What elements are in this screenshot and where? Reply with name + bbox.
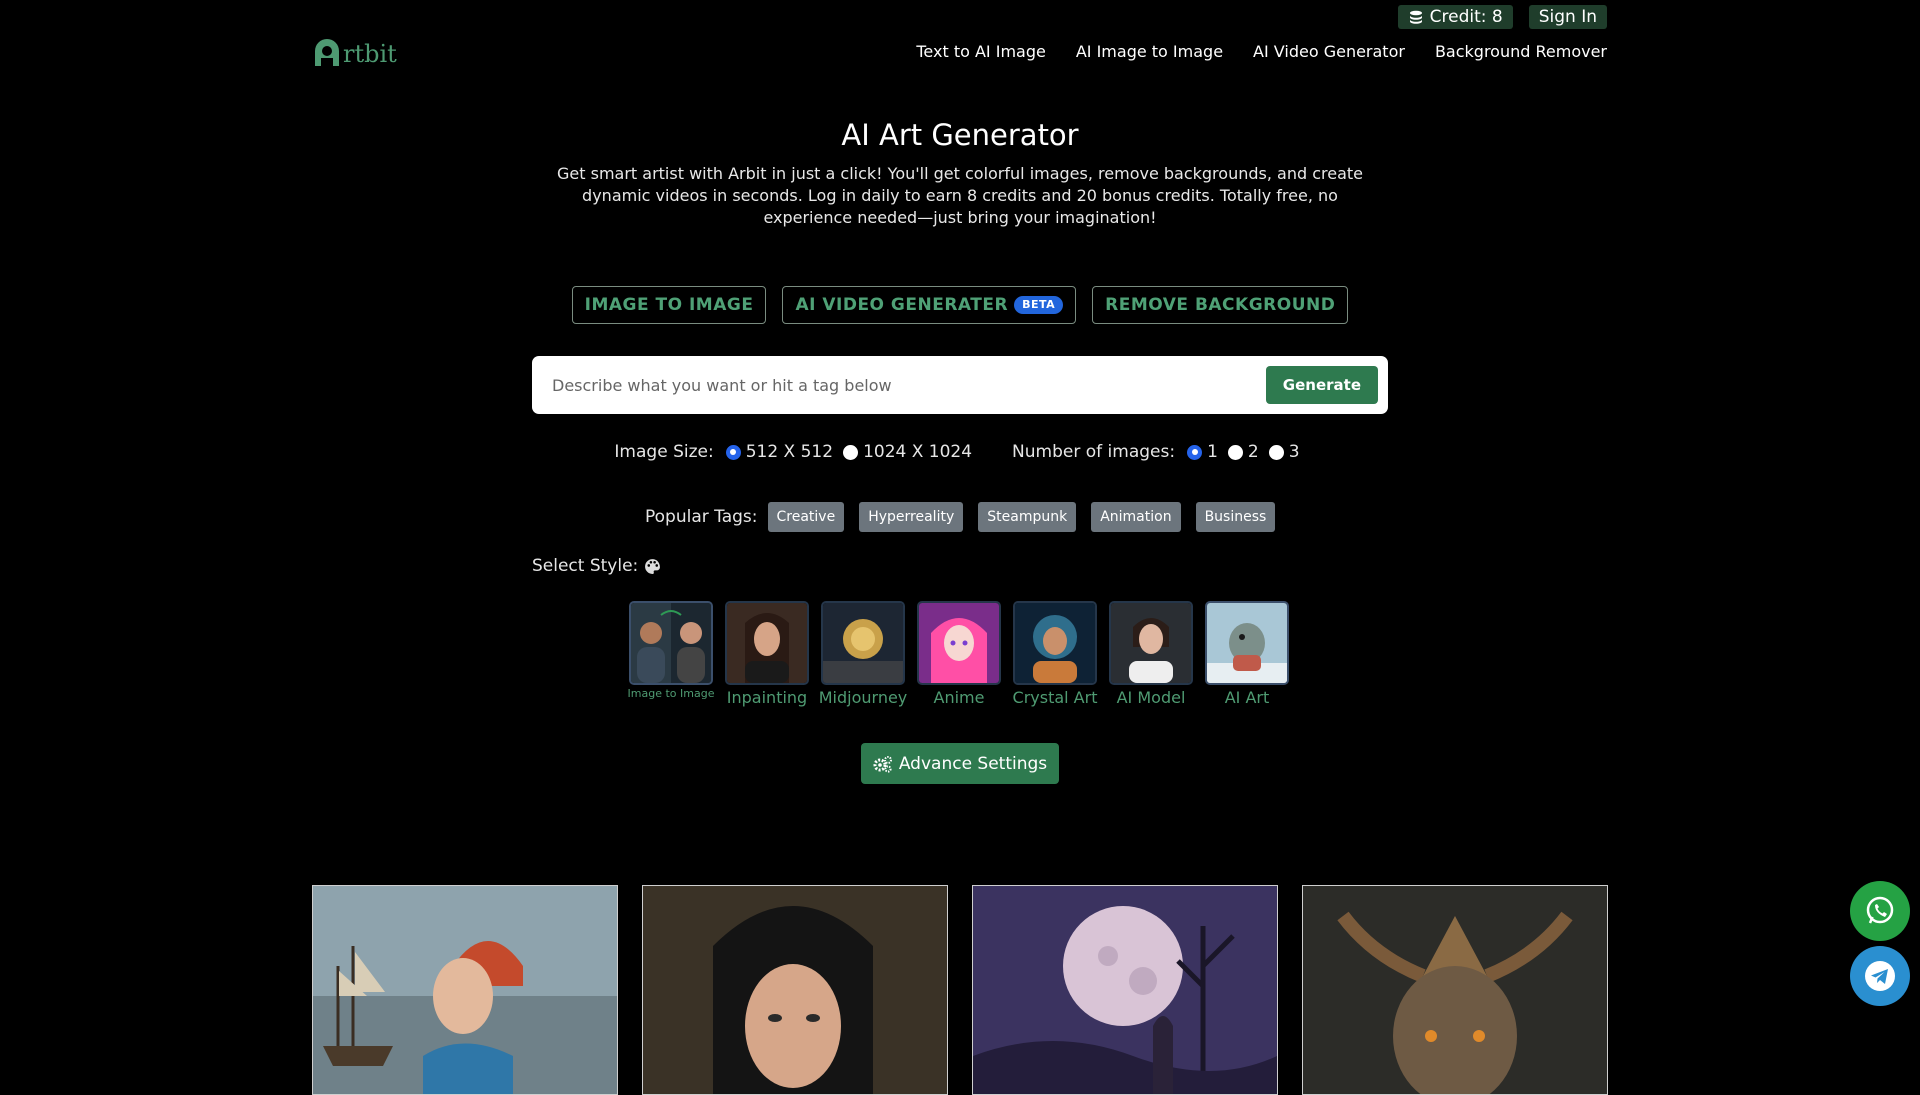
style-image-to-image[interactable]: Image to Image	[628, 601, 714, 707]
tag-animation[interactable]: Animation	[1091, 502, 1181, 532]
page-description: Get smart artist with Arbit in just a cl…	[557, 164, 1363, 227]
video-generator-button[interactable]: AI VIDEO GENERATER BETA	[782, 286, 1077, 324]
nav-image-to-image[interactable]: AI Image to Image	[1076, 42, 1223, 61]
style-name-inpainting: Inpainting	[726, 688, 808, 707]
style-name-ai-model: AI Model	[1116, 688, 1186, 707]
gallery-image-lion-warrior	[1303, 886, 1607, 1094]
image-count-group: Number of images: 1 2 3	[1012, 442, 1306, 462]
nav-text-to-image[interactable]: Text to AI Image	[916, 42, 1045, 61]
telegram-button[interactable]	[1850, 946, 1910, 1006]
count-3-label: 3	[1288, 442, 1300, 462]
generation-options: Image Size: 512 X 512 1024 X 1024 Number…	[0, 442, 1920, 462]
size-512-label: 512 X 512	[745, 442, 834, 462]
style-thumb-crystal-art[interactable]	[1013, 601, 1097, 685]
style-crystal-art[interactable]: Crystal Art	[1012, 601, 1098, 707]
tag-steampunk[interactable]: Steampunk	[978, 502, 1077, 532]
tag-business[interactable]: Business	[1195, 502, 1276, 532]
video-generator-label: AI VIDEO GENERATER	[795, 295, 1009, 315]
nav-background-remover[interactable]: Background Remover	[1435, 42, 1607, 61]
popular-tags-label: Popular Tags:	[645, 507, 758, 527]
style-image-midjourney	[823, 603, 903, 683]
count-2-label: 2	[1247, 442, 1259, 462]
style-list: Image to Image Inpainting Midjourney Ani…	[628, 601, 1290, 707]
gallery-image-dark-hair-portrait	[643, 886, 947, 1094]
gallery-image[interactable]	[1302, 885, 1608, 1095]
beta-badge: BETA	[1014, 296, 1064, 314]
style-ai-art[interactable]: AI Art	[1204, 601, 1290, 707]
image-size-group: Image Size: 512 X 512 1024 X 1024	[614, 442, 978, 462]
gallery-image-moon-scene	[973, 886, 1277, 1094]
style-anime[interactable]: Anime	[916, 601, 1002, 707]
main-nav: Text to AI Image AI Image to Image AI Vi…	[916, 42, 1607, 61]
remove-background-button[interactable]: REMOVE BACKGROUND	[1092, 286, 1349, 324]
style-name-image-to-image: Image to Image	[627, 687, 715, 700]
whatsapp-button[interactable]	[1850, 881, 1910, 941]
advance-settings-label: Advance Settings	[898, 753, 1048, 774]
style-name-midjourney: Midjourney	[818, 688, 908, 707]
style-midjourney[interactable]: Midjourney	[818, 601, 908, 707]
style-image-ai-art	[1207, 603, 1287, 683]
style-name-ai-art: AI Art	[1224, 688, 1270, 707]
palette-icon	[645, 558, 661, 574]
gallery-image-girl-with-ship	[313, 886, 617, 1094]
gallery-image[interactable]	[972, 885, 1278, 1095]
size-1024-label: 1024 X 1024	[863, 442, 973, 462]
style-name-crystal-art: Crystal Art	[1012, 688, 1098, 707]
image-size-label: Image Size:	[614, 442, 714, 462]
style-ai-model[interactable]: AI Model	[1108, 601, 1194, 707]
style-name-anime: Anime	[933, 688, 985, 707]
count-1-label: 1	[1207, 442, 1218, 462]
credit-button[interactable]: Credit: 8	[1397, 5, 1513, 29]
mode-tabs: IMAGE TO IMAGE AI VIDEO GENERATER BETA R…	[0, 286, 1920, 324]
select-style-label: Select Style:	[532, 556, 639, 576]
count-3-radio[interactable]	[1268, 444, 1284, 460]
image-to-image-button[interactable]: IMAGE TO IMAGE	[571, 286, 767, 324]
style-thumb-inpainting[interactable]	[725, 601, 809, 685]
prompt-box: Generate	[532, 356, 1388, 414]
whatsapp-icon	[1866, 896, 1894, 924]
advance-settings-button[interactable]: Advance Settings	[861, 743, 1059, 784]
logo[interactable]: rtbit	[312, 36, 397, 68]
style-thumb-ai-art[interactable]	[1205, 601, 1289, 685]
tag-hyperreality[interactable]: Hyperreality	[859, 502, 964, 532]
style-image-ai-model	[1111, 603, 1191, 683]
generate-button[interactable]: Generate	[1265, 366, 1378, 404]
count-1-radio[interactable]	[1187, 444, 1203, 460]
tag-creative[interactable]: Creative	[767, 502, 845, 532]
style-thumb-midjourney[interactable]	[821, 601, 905, 685]
logo-text: rtbit	[343, 40, 397, 68]
nav-video-generator[interactable]: AI Video Generator	[1253, 42, 1405, 61]
size-1024-radio[interactable]	[843, 444, 859, 460]
remove-background-label: REMOVE BACKGROUND	[1105, 295, 1336, 315]
style-thumb-anime[interactable]	[917, 601, 1001, 685]
image-count-label: Number of images:	[1012, 442, 1176, 462]
style-thumb-image-to-image[interactable]	[629, 601, 713, 685]
style-image-inpainting	[727, 603, 807, 683]
telegram-icon	[1865, 961, 1895, 991]
gallery-image[interactable]	[642, 885, 948, 1095]
topbar-actions: Credit: 8 Sign In	[1397, 5, 1607, 29]
gallery-image[interactable]	[312, 885, 618, 1095]
sign-in-button[interactable]: Sign In	[1528, 5, 1607, 29]
style-image-anime	[919, 603, 999, 683]
coins-icon	[1409, 10, 1422, 24]
style-inpainting[interactable]: Inpainting	[724, 601, 810, 707]
page-title: AI Art Generator	[841, 118, 1079, 152]
gears-icon	[873, 755, 892, 773]
image-to-image-label: IMAGE TO IMAGE	[584, 295, 754, 315]
prompt-input[interactable]	[550, 374, 1266, 396]
select-style-heading: Select Style:	[532, 556, 661, 576]
credit-label: Credit: 8	[1429, 7, 1503, 27]
style-image-image-to-image	[631, 603, 711, 683]
count-2-radio[interactable]	[1227, 444, 1243, 460]
popular-tags: Popular Tags: Creative Hyperreality Stea…	[645, 502, 1290, 532]
logo-icon	[315, 39, 339, 66]
style-thumb-ai-model[interactable]	[1109, 601, 1193, 685]
style-image-crystal-art	[1015, 603, 1095, 683]
example-gallery	[312, 885, 1608, 1095]
size-512-radio[interactable]	[725, 444, 741, 460]
